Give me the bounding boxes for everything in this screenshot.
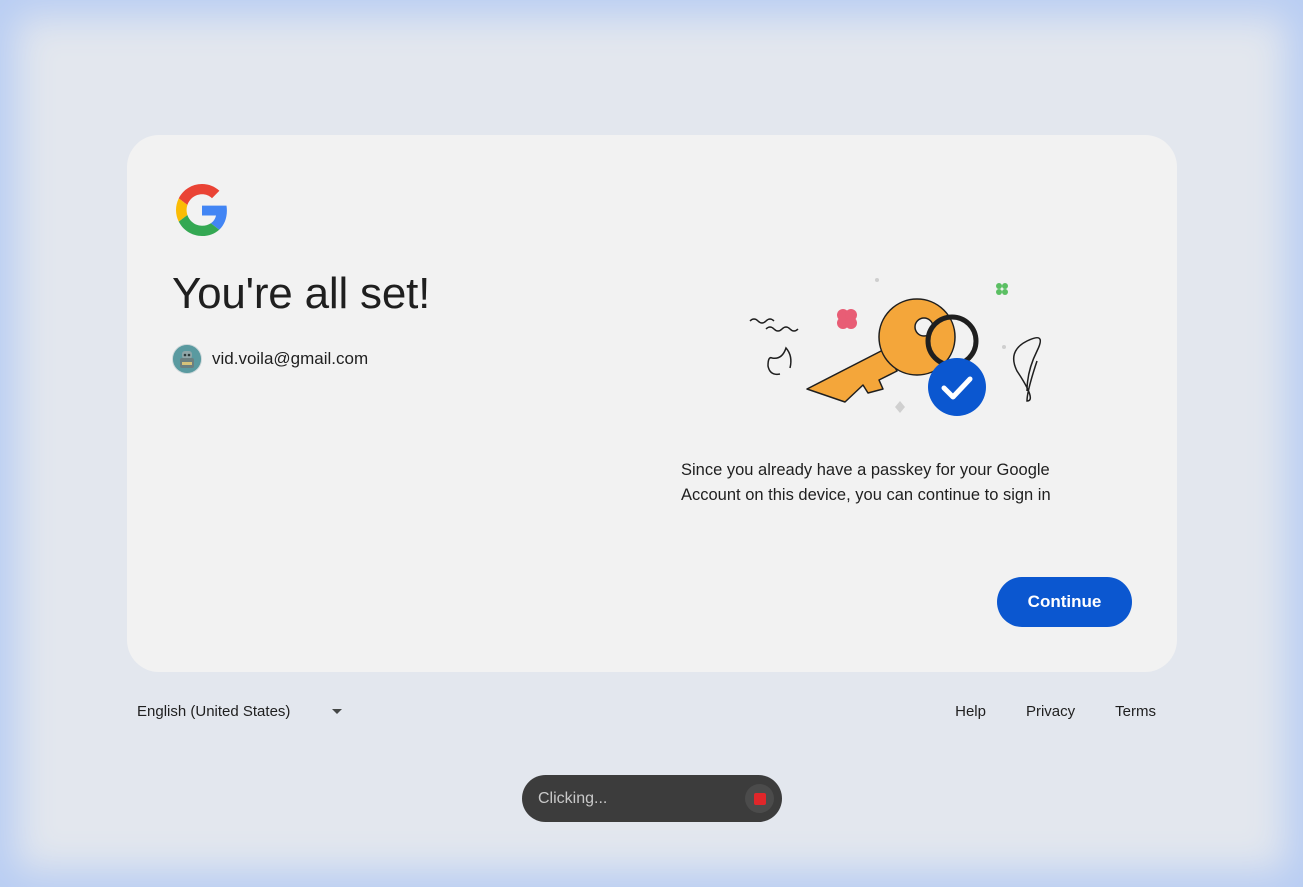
footer-links: Help Privacy Terms: [955, 698, 1156, 724]
google-logo: [176, 184, 227, 236]
signin-card: You're all set! vid.voila@gmail.com Sinc…: [127, 135, 1177, 672]
account-chip: vid.voila@gmail.com: [172, 344, 368, 374]
avatar: [172, 344, 202, 374]
terms-link[interactable]: Terms: [1115, 703, 1156, 720]
help-link[interactable]: Help: [955, 703, 986, 720]
passkey-message: Since you already have a passkey for you…: [681, 461, 1051, 504]
stop-button[interactable]: [745, 784, 774, 813]
passkey-key-illustration: [749, 278, 1042, 416]
account-email: vid.voila@gmail.com: [212, 349, 369, 368]
page-title: You're all set!: [172, 269, 431, 318]
language-label: English (United States): [137, 702, 291, 720]
automation-status-pill: Clicking...: [522, 775, 782, 822]
stop-icon: [753, 792, 766, 805]
status-text: Clicking...: [538, 790, 608, 807]
continue-button[interactable]: Continue: [997, 577, 1132, 627]
language-select[interactable]: English (United States): [137, 698, 343, 724]
caret-down-icon: [332, 708, 343, 714]
footer: English (United States) Help Privacy Ter…: [127, 698, 1177, 724]
privacy-link[interactable]: Privacy: [1026, 703, 1075, 720]
